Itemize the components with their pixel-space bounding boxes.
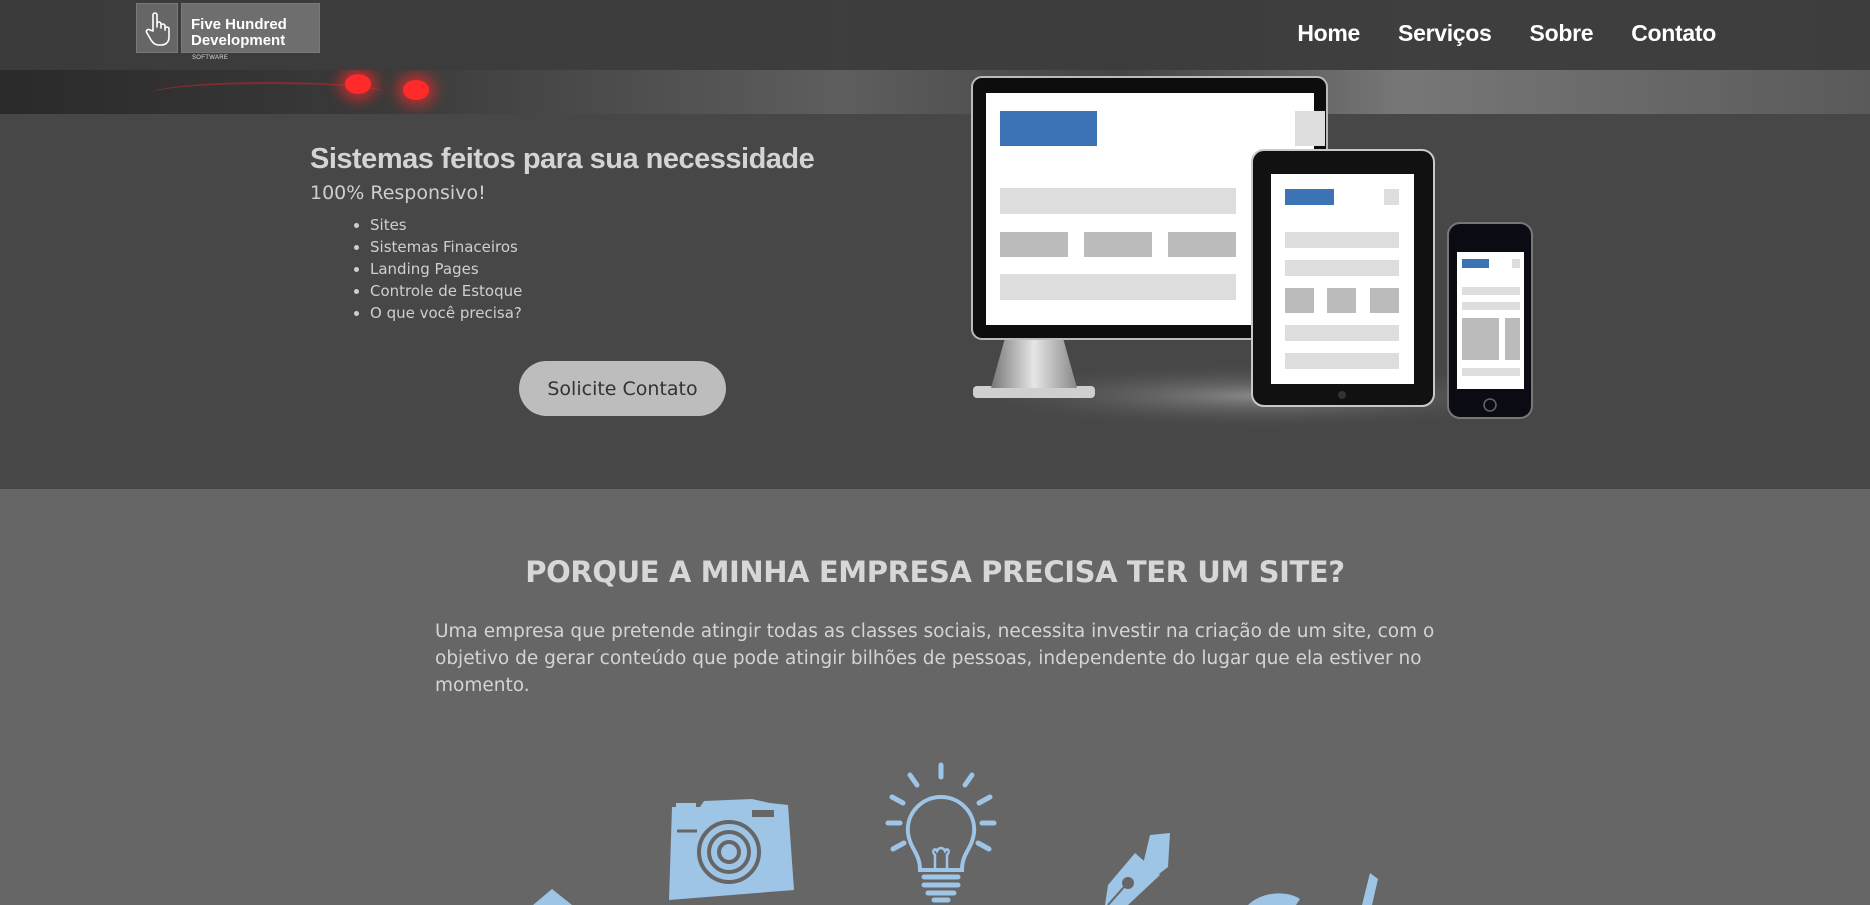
navbar: Five Hundred Development SOFTWARE Home S… bbox=[0, 0, 1870, 70]
nav-sobre[interactable]: Sobre bbox=[1530, 20, 1594, 47]
hero-subtitle: 100% Responsivo! bbox=[310, 182, 486, 204]
brand-name-line1: Five Hundred bbox=[191, 16, 287, 33]
list-item: Controle de Estoque bbox=[370, 280, 522, 302]
responsive-devices-illustration bbox=[950, 76, 1570, 430]
list-item: Sistemas Finaceiros bbox=[370, 236, 522, 258]
main-nav: Home Serviços Sobre Contato bbox=[1297, 20, 1716, 47]
services-list: Sites Sistemas Finaceiros Landing Pages … bbox=[370, 214, 522, 324]
hero-title: Sistemas feitos para sua necessidade bbox=[310, 143, 815, 175]
camera-icon bbox=[669, 799, 794, 900]
brand-name-line2: Development bbox=[191, 32, 286, 49]
nav-servicos[interactable]: Serviços bbox=[1398, 20, 1492, 47]
brand-name: Five Hundred Development bbox=[181, 3, 320, 53]
feature-icons bbox=[533, 762, 1378, 905]
background-red-light bbox=[403, 80, 429, 100]
nav-home[interactable]: Home bbox=[1297, 20, 1360, 47]
list-item: Landing Pages bbox=[370, 258, 522, 280]
background-red-light bbox=[345, 74, 371, 94]
request-contact-button[interactable]: Solicite Contato bbox=[519, 361, 726, 416]
section-title: PORQUE A MINHA EMPRESA PRECISA TER UM SI… bbox=[525, 555, 1345, 589]
tablet-device bbox=[1251, 149, 1435, 407]
lightbulb-icon bbox=[885, 762, 997, 903]
pencil-icon bbox=[533, 889, 572, 905]
nav-contato[interactable]: Contato bbox=[1631, 20, 1716, 47]
phone-device bbox=[1447, 222, 1533, 419]
pointer-hand-icon bbox=[136, 3, 178, 53]
pen-nib-icon bbox=[1105, 833, 1170, 905]
brand-tagline: SOFTWARE bbox=[192, 55, 229, 61]
list-item: Sites bbox=[370, 214, 522, 236]
pen-tool-icon bbox=[1248, 873, 1378, 905]
list-item: O que você precisa? bbox=[370, 302, 522, 324]
section-text: Uma empresa que pretende atingir todas a… bbox=[435, 621, 1435, 696]
brand-logo[interactable]: Five Hundred Development SOFTWARE bbox=[136, 3, 320, 63]
